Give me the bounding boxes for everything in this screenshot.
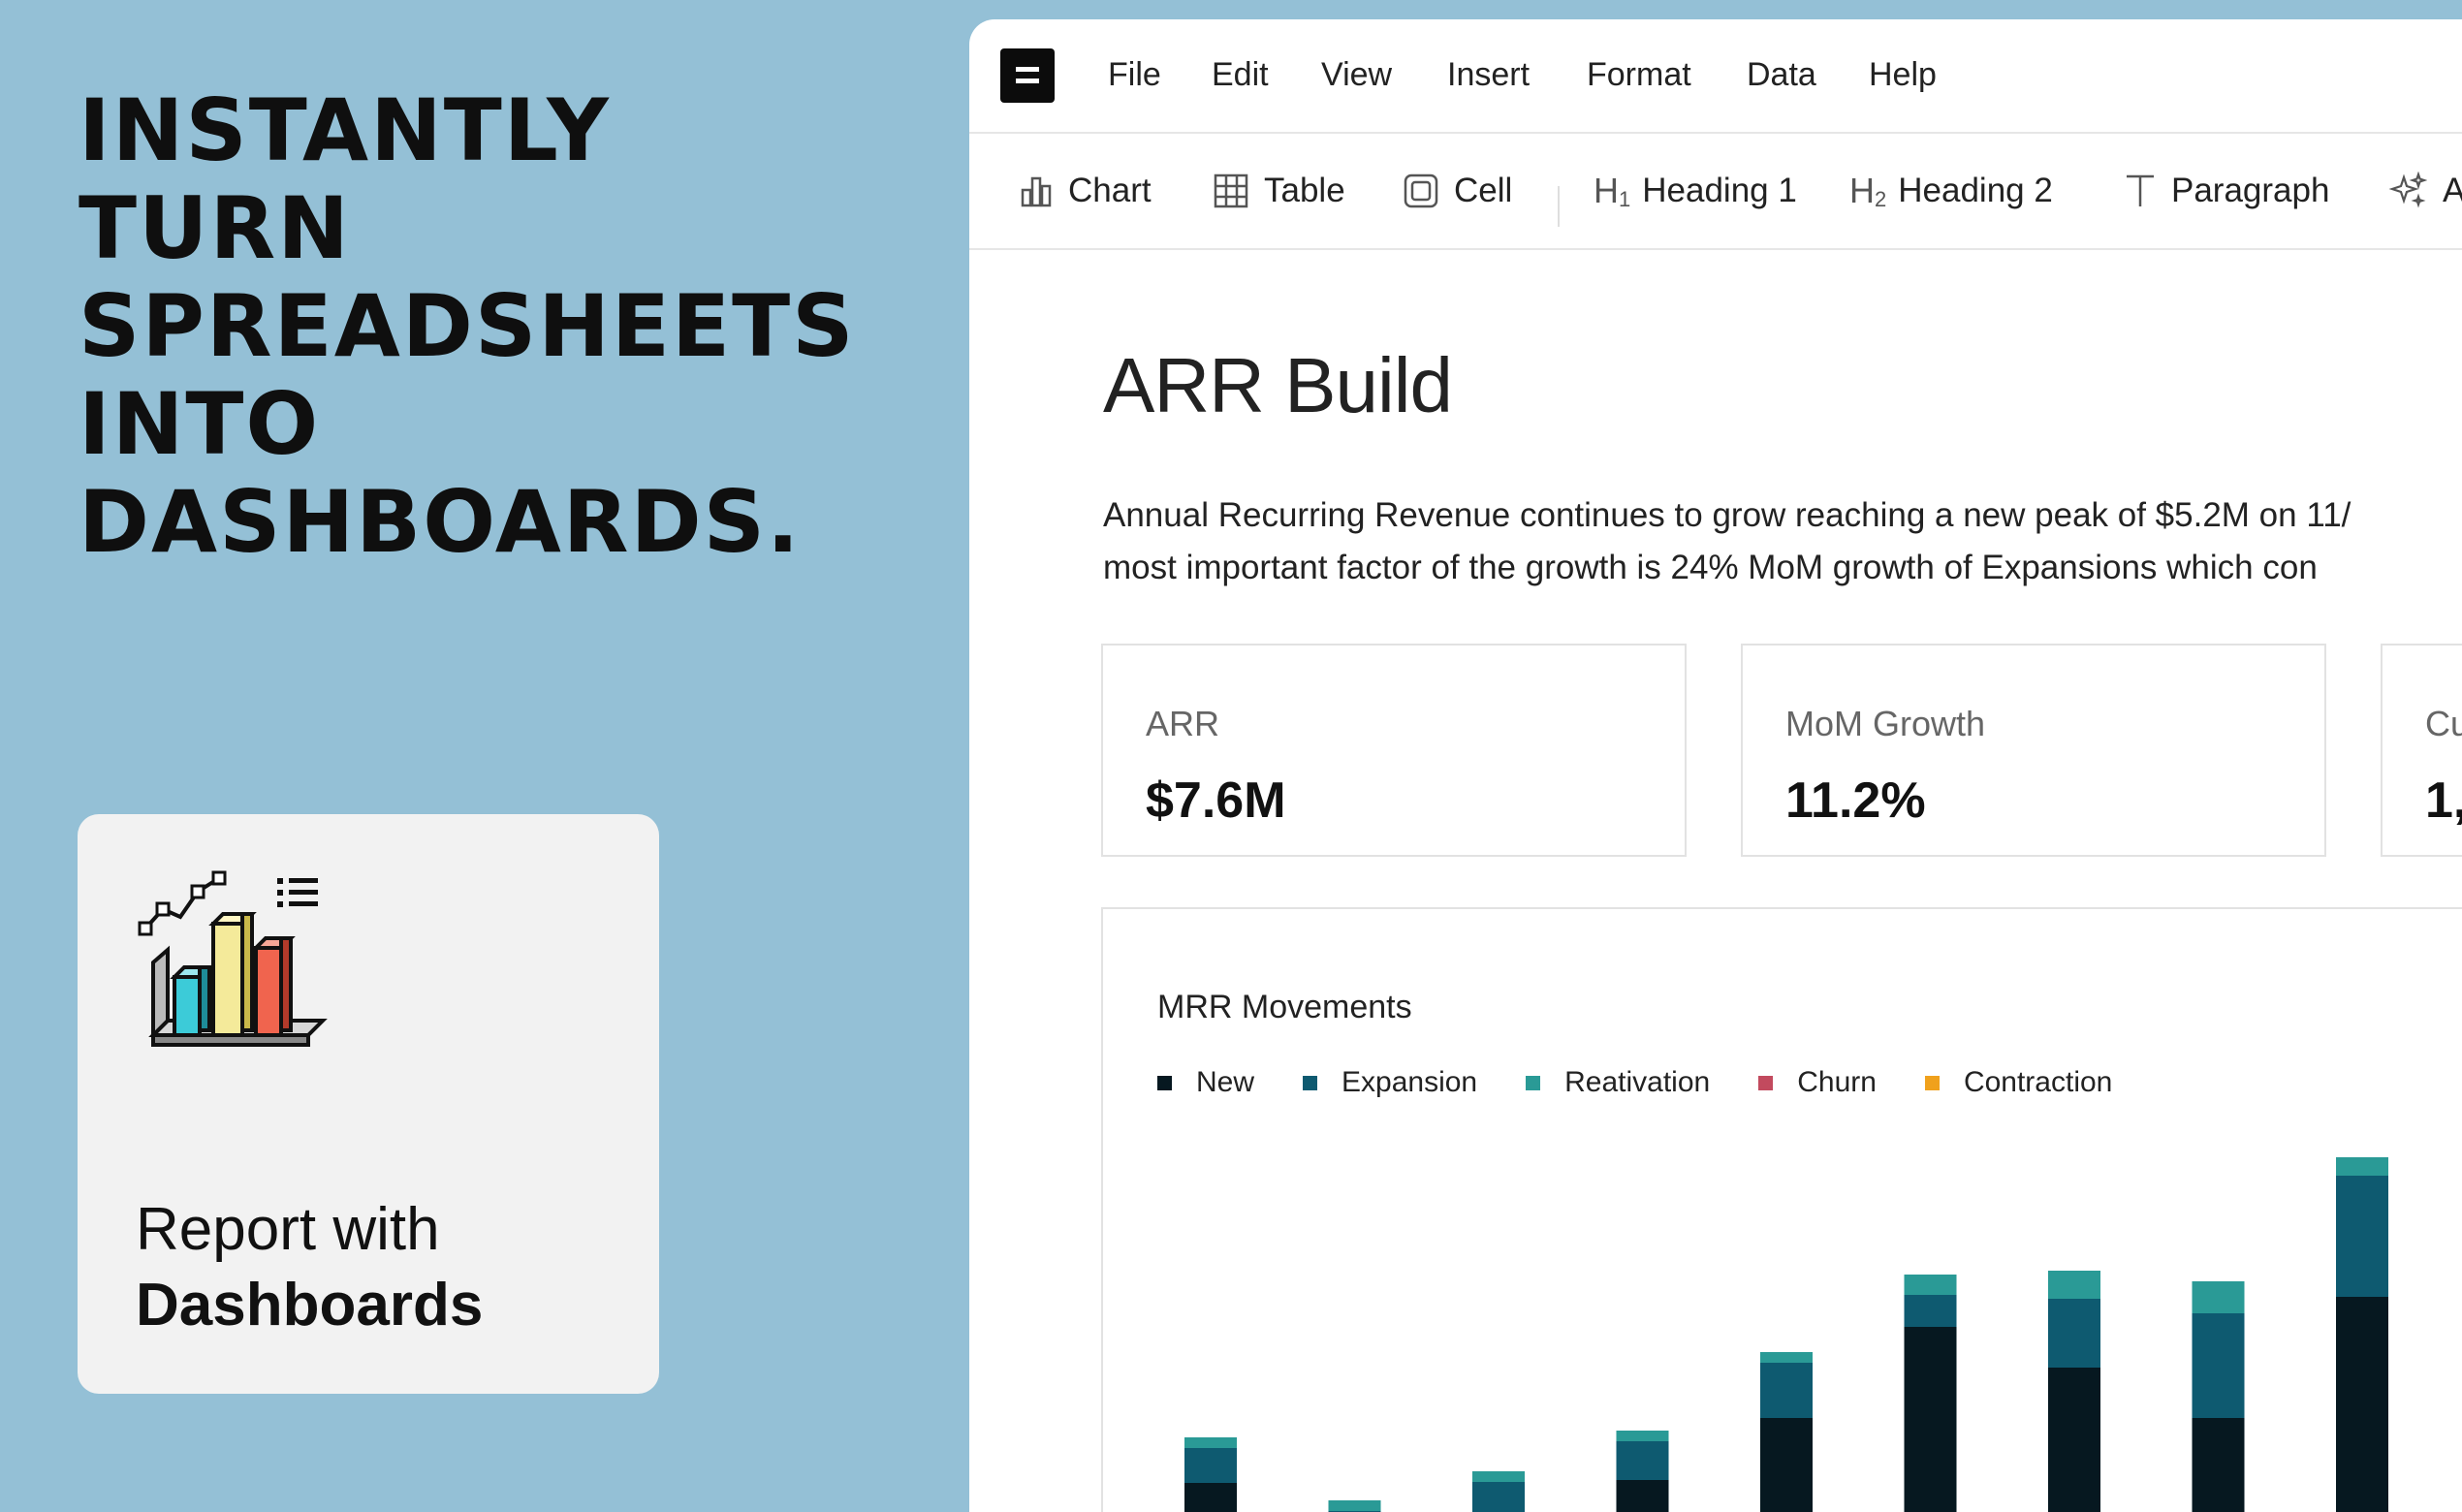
menu-view[interactable]: View <box>1321 56 1392 94</box>
kpi-card-customers[interactable]: Cu 1,( <box>2381 644 2462 857</box>
insert-toolbar: Chart Table Cell H1 Heading 1 H2 Heading… <box>969 134 2462 250</box>
paragraph-line-1: Annual Recurring Revenue continues to gr… <box>1103 496 2352 534</box>
toolbar-divider <box>1558 186 1560 227</box>
bar-segment-expansion-4[interactable] <box>1616 1441 1669 1480</box>
menu-edit[interactable]: Edit <box>1212 56 1269 94</box>
bar-segment-new-4[interactable] <box>1616 1480 1669 1512</box>
insert-heading2-button[interactable]: H2 Heading 2 <box>1849 171 2053 211</box>
paragraph-line-2: most important factor of the growth is 2… <box>1103 549 2318 586</box>
bar-segment-reativation-6[interactable] <box>1904 1275 1957 1295</box>
insert-table-button[interactable]: Table <box>1214 171 1345 211</box>
table-icon <box>1214 173 1248 208</box>
heading2-label: Heading 2 <box>1898 172 2053 209</box>
bar-segment-expansion-9[interactable] <box>2336 1176 2388 1297</box>
bar-segment-reativation-2[interactable] <box>1328 1500 1381 1511</box>
bar-segment-new-5[interactable] <box>1760 1418 1813 1512</box>
bar-segment-reativation-9[interactable] <box>2336 1157 2388 1176</box>
ai-label: A <box>2443 172 2462 209</box>
sparkle-icon <box>2388 172 2427 208</box>
insert-heading1-button[interactable]: H1 Heading 1 <box>1594 171 1797 211</box>
bar-chart-illustration-icon <box>138 870 328 1047</box>
kpi-label: MoM Growth <box>1785 704 1986 743</box>
bar-segment-new-9[interactable] <box>2336 1297 2388 1512</box>
cell-icon <box>1404 173 1438 208</box>
bar-segment-expansion-5[interactable] <box>1760 1363 1813 1418</box>
headline: INSTANTLY TURN SPREADSHEETS INTO DASHBOA… <box>79 80 856 572</box>
app-window: File Edit View Insert Format Data Help C… <box>969 19 2462 1512</box>
card-caption: Report with Dashboards <box>136 1192 483 1343</box>
bar-segment-reativation-8[interactable] <box>2192 1281 2245 1313</box>
bar-segment-expansion-7[interactable] <box>2048 1299 2100 1368</box>
document-title[interactable]: ARR Build <box>1103 341 1453 430</box>
bar-segment-new-8[interactable] <box>2192 1418 2245 1512</box>
paragraph-label: Paragraph <box>2171 172 2330 209</box>
bar-segment-new-7[interactable] <box>2048 1368 2100 1512</box>
document-paragraph[interactable]: Annual Recurring Revenue continues to gr… <box>1103 489 2462 594</box>
bar-segment-new-1[interactable] <box>1184 1483 1237 1512</box>
report-dashboards-card[interactable]: Report with Dashboards <box>78 814 659 1394</box>
mrr-movements-chart <box>1184 1157 2388 1512</box>
bar-segment-expansion-6[interactable] <box>1904 1295 1957 1327</box>
bar-segment-expansion-3[interactable] <box>1472 1482 1525 1512</box>
insert-cell-button[interactable]: Cell <box>1404 171 1512 211</box>
kpi-label: ARR <box>1146 704 1220 743</box>
menu-data[interactable]: Data <box>1747 56 1816 94</box>
paragraph-icon <box>2127 174 2154 206</box>
bar-segment-expansion-8[interactable] <box>2192 1313 2245 1418</box>
heading1-label: Heading 1 <box>1642 172 1797 209</box>
cell-label: Cell <box>1454 172 1513 209</box>
table-label: Table <box>1264 172 1345 209</box>
heading2-icon: H2 <box>1849 170 1887 211</box>
bar-segment-expansion-1[interactable] <box>1184 1448 1237 1483</box>
bar-segment-reativation-4[interactable] <box>1616 1431 1669 1441</box>
bar-segment-reativation-7[interactable] <box>2048 1271 2100 1299</box>
mrr-movements-chart-card[interactable]: MRR Movements New Expansion Reativation Chu… <box>1101 907 2462 1512</box>
card-caption-line1: Report with <box>136 1196 440 1263</box>
kpi-card-arr[interactable]: ARR $7.6M <box>1101 644 1687 857</box>
kpi-value: $7.6M <box>1146 772 1286 829</box>
insert-chart-button[interactable]: Chart <box>1020 171 1152 211</box>
bar-segment-reativation-1[interactable] <box>1184 1437 1237 1448</box>
menu-format[interactable]: Format <box>1587 56 1691 94</box>
kpi-value: 1,( <box>2425 772 2462 829</box>
chart-icon <box>1021 176 1052 207</box>
app-logo-icon[interactable] <box>1000 48 1055 103</box>
chart-label: Chart <box>1068 172 1152 209</box>
insert-paragraph-button[interactable]: Paragraph <box>2125 171 2329 211</box>
menu-help[interactable]: Help <box>1869 56 1937 94</box>
ai-button[interactable]: A <box>2388 171 2462 211</box>
kpi-card-mom-growth[interactable]: MoM Growth 11.2% <box>1741 644 2326 857</box>
card-caption-line2: Dashboards <box>136 1272 484 1339</box>
kpi-value: 11.2% <box>1785 772 1926 829</box>
menu-insert[interactable]: Insert <box>1447 56 1530 94</box>
heading1-icon: H1 <box>1594 170 1631 211</box>
menubar: File Edit View Insert Format Data Help <box>969 19 2462 134</box>
menu-file[interactable]: File <box>1108 56 1161 94</box>
kpi-label: Cu <box>2425 704 2462 743</box>
bar-segment-reativation-5[interactable] <box>1760 1352 1813 1363</box>
bar-segment-new-6[interactable] <box>1904 1327 1957 1512</box>
